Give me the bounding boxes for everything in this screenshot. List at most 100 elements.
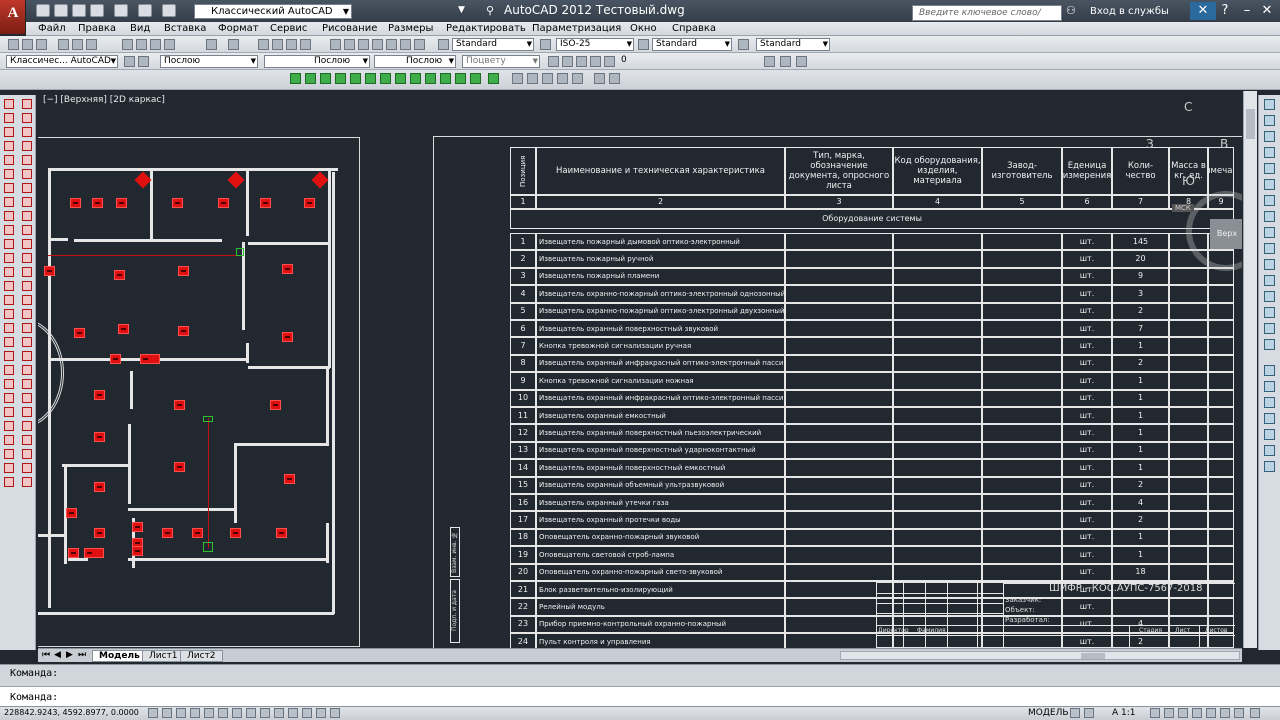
table-cell-code[interactable] — [893, 511, 982, 529]
scale-icon[interactable] — [22, 197, 32, 207]
zoom-out-icon[interactable] — [1264, 381, 1275, 392]
mtext-icon[interactable] — [572, 73, 583, 84]
block-icon[interactable] — [4, 267, 14, 277]
table-cell-code[interactable] — [893, 354, 982, 373]
table-cell-type[interactable] — [785, 459, 893, 477]
table-cell-mass[interactable] — [1169, 528, 1208, 547]
table-cell-position[interactable]: 6 — [510, 320, 536, 338]
open-icon[interactable] — [22, 39, 33, 50]
paste-icon[interactable] — [150, 39, 161, 50]
blend-icon[interactable] — [22, 323, 32, 333]
undo-icon[interactable] — [206, 39, 217, 50]
table-style-icon[interactable] — [638, 39, 649, 50]
grid-display-icon[interactable] — [176, 708, 186, 718]
table-cell-unit[interactable]: шт. — [1062, 389, 1112, 407]
region-icon[interactable] — [542, 73, 553, 84]
table-cell-position[interactable]: 17 — [510, 511, 536, 529]
clean-screen-icon[interactable] — [1250, 708, 1260, 718]
stretch-icon[interactable] — [22, 211, 32, 221]
markup-icon[interactable] — [386, 39, 397, 50]
table-cell-quantity[interactable]: 2 — [1112, 476, 1169, 494]
lock-icon[interactable] — [1192, 708, 1202, 718]
lengthen-icon[interactable] — [22, 337, 32, 347]
table-cell-manufacturer[interactable] — [982, 250, 1062, 268]
dim-style-dropdown[interactable]: ISO-25 ▼ — [556, 38, 634, 51]
table-cell-code[interactable] — [893, 302, 982, 320]
table-cell-type[interactable] — [785, 494, 893, 512]
table-cell-quantity[interactable]: 1 — [1112, 372, 1169, 390]
table-cell-name[interactable]: Релейный модуль — [536, 598, 785, 616]
table-cell-mass[interactable] — [1169, 267, 1208, 286]
viewcube-north[interactable]: С — [1184, 100, 1192, 114]
lineweight-icon[interactable] — [288, 708, 298, 718]
table-cell-unit[interactable]: шт. — [1062, 250, 1112, 268]
table-cell-unit[interactable]: шт. — [1062, 267, 1112, 286]
text-style-icon[interactable] — [438, 39, 449, 50]
ellipse-icon[interactable] — [4, 225, 14, 235]
table-cell-type[interactable] — [785, 250, 893, 268]
table-cell-name[interactable]: Извещатель охранный поверхностный емкост… — [536, 459, 785, 477]
table-cell-unit[interactable]: шт. — [1062, 528, 1112, 547]
text-icon[interactable] — [4, 365, 14, 375]
annotation-scale[interactable]: A 1:1 — [1112, 708, 1136, 718]
polar-tracking-icon[interactable] — [204, 708, 214, 718]
table-cell-code[interactable] — [893, 320, 982, 338]
table-cell-code[interactable] — [893, 546, 982, 564]
tab-model[interactable]: Модель — [92, 650, 147, 662]
table-cell-note[interactable] — [1208, 546, 1234, 564]
zoom-extents-icon[interactable] — [594, 73, 605, 84]
table-cell-note[interactable] — [1208, 459, 1234, 477]
zoom-in-icon[interactable] — [1264, 365, 1275, 376]
table-cell-manufacturer[interactable] — [982, 372, 1062, 390]
xline-icon[interactable] — [4, 113, 14, 123]
table-cell-position[interactable]: 16 — [510, 494, 536, 512]
table-cell-note[interactable] — [1208, 528, 1234, 547]
table-cell-type[interactable] — [785, 337, 893, 355]
circle-icon[interactable] — [380, 73, 391, 84]
drawing-canvas[interactable]: Взам. инв. № Подп. и дата Позиция 1 Наимен… — [38, 91, 1242, 648]
layer-properties-icon[interactable] — [124, 56, 135, 67]
table-cell-position[interactable]: 3 — [510, 267, 536, 286]
table-cell-name[interactable]: Пульт контроля и управления — [536, 633, 785, 648]
table-style-dropdown[interactable]: Standard ▼ — [652, 38, 732, 51]
table-cell-mass[interactable] — [1169, 320, 1208, 338]
measure-icon[interactable] — [4, 463, 14, 473]
table-cell-mass[interactable] — [1169, 372, 1208, 390]
isolate-objects-icon[interactable] — [1220, 708, 1230, 718]
table-cell-code[interactable] — [893, 476, 982, 494]
table-cell-name[interactable]: Прибор приемно-контрольный охранно-пожар… — [536, 615, 785, 634]
table-cell-quantity[interactable]: 9 — [1112, 267, 1169, 286]
table-cell-position[interactable]: 10 — [510, 389, 536, 407]
dim-ordinate-icon[interactable] — [1264, 147, 1275, 158]
table-cell-name[interactable]: Извещатель охранный инфракрасный оптико-… — [536, 389, 785, 407]
inspection-icon[interactable] — [1264, 339, 1275, 350]
polygon-icon[interactable] — [4, 141, 14, 151]
table-cell-position[interactable]: 20 — [510, 563, 536, 581]
table-cell-manufacturer[interactable] — [982, 302, 1062, 320]
table-cell-name[interactable]: Извещатель охранный емкостный — [536, 407, 785, 425]
tab-nav-next-icon[interactable]: ▶ — [66, 650, 73, 660]
rectangle-icon[interactable] — [4, 155, 14, 165]
table-cell-note[interactable] — [1208, 302, 1234, 320]
hatch-icon[interactable] — [512, 73, 523, 84]
table-cell-code[interactable] — [893, 250, 982, 268]
table-cell-manufacturer[interactable] — [982, 285, 1062, 303]
table-cell-unit[interactable]: шт. — [1062, 407, 1112, 425]
text-style-dropdown[interactable]: Standard ▼ — [452, 38, 534, 51]
pencil-icon[interactable] — [22, 477, 32, 487]
search-input[interactable]: Введите ключевое слово/фразу — [912, 5, 1062, 32]
table-cell-manufacturer[interactable] — [982, 441, 1062, 460]
table-cell-quantity[interactable]: 1 — [1112, 389, 1169, 407]
mleader-style-icon[interactable] — [738, 39, 749, 50]
table-cell-position[interactable]: 15 — [510, 476, 536, 494]
table-cell-note[interactable] — [1208, 389, 1234, 407]
table-cell-mass[interactable] — [1169, 285, 1208, 303]
help-icon[interactable] — [414, 39, 425, 50]
table-cell-quantity[interactable]: 1 — [1112, 459, 1169, 477]
table-cell-position[interactable]: 4 — [510, 285, 536, 303]
ellipse-icon[interactable] — [425, 73, 436, 84]
calculator-icon[interactable] — [400, 39, 411, 50]
table-cell-name[interactable]: Извещатель пожарный ручной — [536, 250, 785, 268]
table-cell-type[interactable] — [785, 233, 893, 251]
table-cell-type[interactable] — [785, 424, 893, 442]
